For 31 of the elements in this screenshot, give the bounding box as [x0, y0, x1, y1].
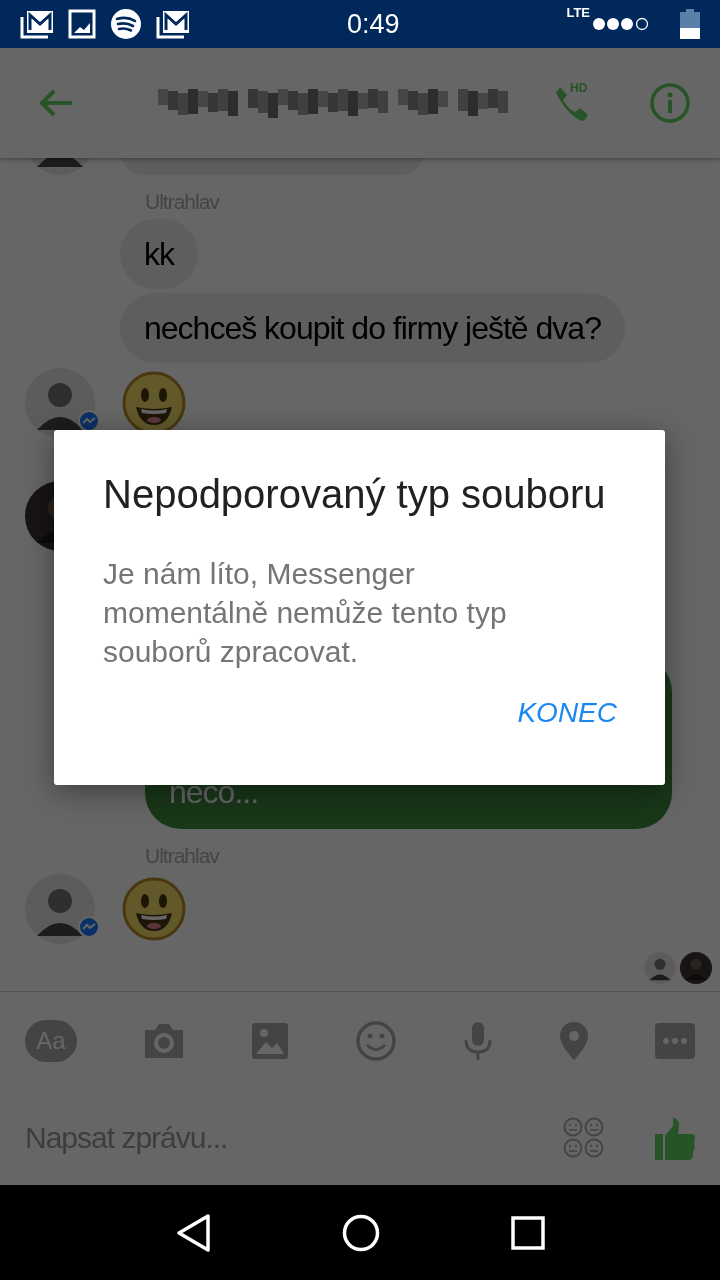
clock: 0:49 [345, 8, 401, 40]
more-icon[interactable] [655, 1023, 695, 1059]
back-arrow-icon[interactable] [38, 88, 74, 118]
thumbs-up-icon[interactable] [655, 1115, 695, 1160]
avatar [680, 952, 712, 984]
location-pin-icon[interactable] [559, 1021, 589, 1061]
image-icon [68, 9, 96, 39]
smiley-icon [122, 877, 186, 941]
camera-icon[interactable] [143, 1022, 185, 1060]
back-icon[interactable] [175, 1212, 212, 1253]
home-icon[interactable] [342, 1213, 380, 1252]
hd-label: HD [570, 81, 588, 95]
network-type: LTE [566, 5, 590, 20]
message-bubble: nechceš koupit do firmy ještě dva? [120, 293, 625, 363]
mail-icon [156, 9, 190, 39]
message-bubble: kk [120, 219, 198, 289]
bolt-badge-icon [78, 916, 100, 938]
signal-icon [592, 17, 650, 31]
stickers-icon[interactable] [563, 1116, 605, 1159]
close-button[interactable]: KONEC [517, 693, 617, 733]
dialog-title: Nepodporovaný typ souboru [103, 472, 607, 516]
avatar [644, 952, 676, 984]
avatar [25, 874, 95, 944]
music-app-icon [110, 8, 142, 40]
info-icon[interactable] [650, 83, 690, 123]
battery-icon [680, 9, 700, 39]
recent-apps-icon[interactable] [510, 1215, 545, 1250]
emoji-icon[interactable] [355, 1020, 397, 1062]
microphone-icon[interactable] [463, 1021, 493, 1061]
mail-icon [20, 9, 54, 39]
image-icon[interactable] [251, 1022, 289, 1060]
